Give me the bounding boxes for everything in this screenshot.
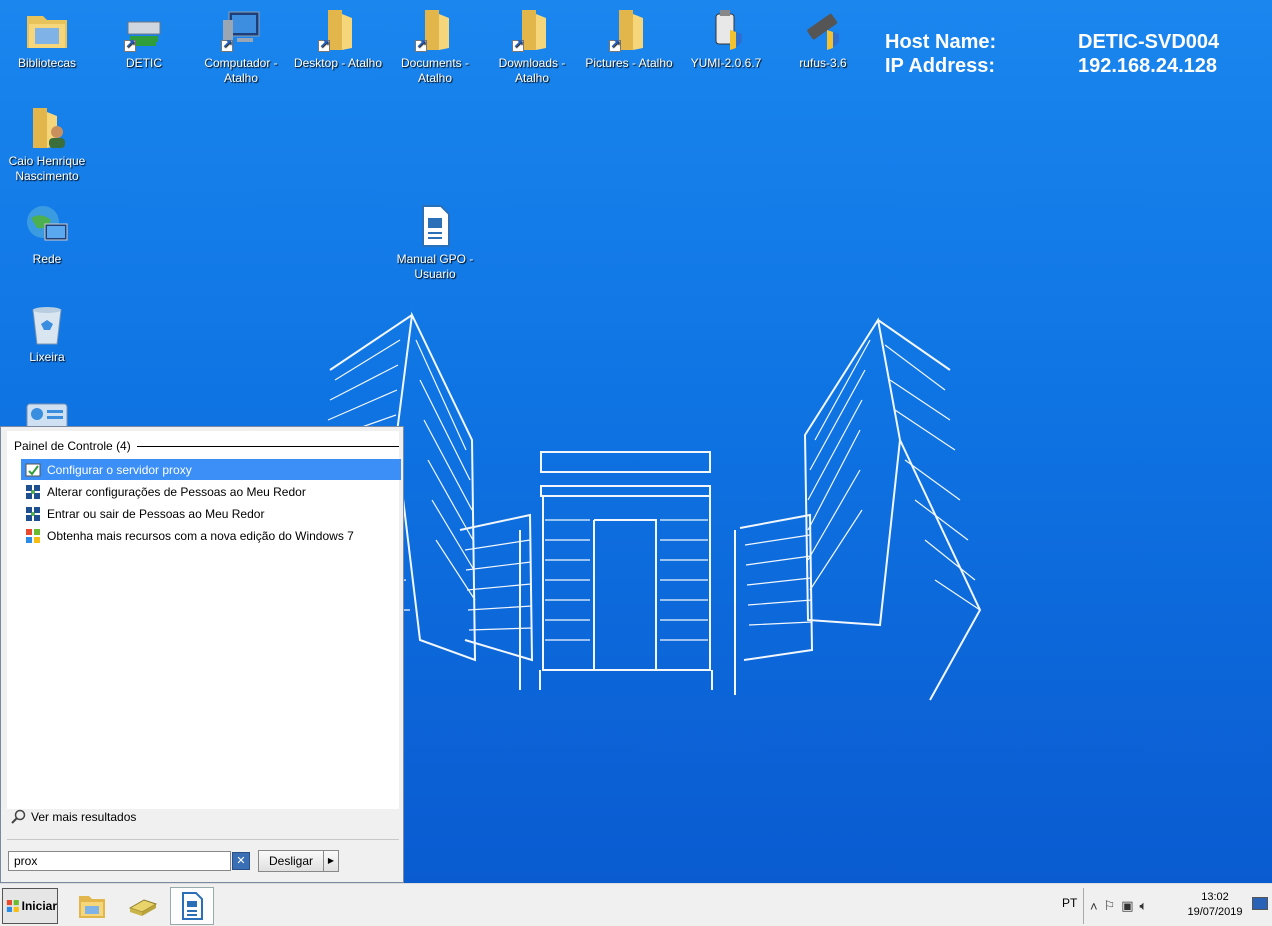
people-near-me-icon [26,506,40,521]
result-label: Alterar configurações de Pessoas ao Meu … [47,484,306,499]
result-label: Obtenha mais recursos com a nova edição … [47,528,354,543]
computer-icon [217,6,265,54]
taskbar: Iniciar PT ˄ ⚐ ▣ 🔈︎ 13:02 19/07/2019 [0,883,1272,926]
taskbar-document-button[interactable] [170,887,214,925]
taskbar-server-manager-button[interactable] [120,887,164,925]
result-label: Configurar o servidor proxy [47,462,192,477]
start-label: Iniciar [21,899,57,913]
desktop-icon-downloads-atalho[interactable]: Downloads - Atalho [486,6,578,86]
desktop-icon-rede[interactable]: Rede [1,202,93,267]
desktop-icon-desktop-atalho[interactable]: Desktop - Atalho [292,6,384,71]
chevron-up-icon[interactable]: ˄ [1090,899,1098,914]
system-tray: ˄ ⚐ ▣ 🔈︎ [1083,888,1185,924]
divider [7,839,399,840]
icon-label: Rede [32,252,62,266]
usb-installer-icon [799,6,847,54]
icon-label: Pictures - Atalho [585,56,673,70]
desktop-icon-user-folder[interactable]: Caio Henrique Nascimento [1,104,93,184]
result-windows-anytime-upgrade[interactable]: Obtenha mais recursos com a nova edição … [21,525,401,546]
recycle-bin-icon [23,300,71,348]
desktop-icon-bibliotecas[interactable]: Bibliotecas [1,6,93,71]
desktop-icon-rufus[interactable]: rufus-3.6 [777,6,869,71]
usb-installer-icon [702,6,750,54]
desktop-icon-yumi[interactable]: YUMI-2.0.6.7 [680,6,772,71]
clock[interactable]: 13:02 19/07/2019 [1180,890,1250,920]
host-name-value: DETIC-SVD004 [1078,31,1220,53]
desktop-icon-manual-gpo[interactable]: Manual GPO - Usuario [389,202,481,282]
icon-label: YUMI-2.0.6.7 [690,56,762,70]
show-desktop-button[interactable] [1252,897,1268,910]
icon-label: rufus-3.6 [799,56,847,70]
start-menu: Painel de Controle (4) Configurar o serv… [0,426,404,883]
see-more-results-link[interactable]: Ver mais resultados [11,809,136,825]
desktop-icon-lixeira[interactable]: Lixeira [1,300,93,365]
action-center-flag-icon[interactable]: ⚐ [1104,898,1116,914]
desktop-icon-documents-atalho[interactable]: Documents - Atalho [389,6,481,86]
host-name-label: Host Name: [885,31,997,53]
shutdown-button[interactable]: Desligar [258,850,324,872]
folder-icon [411,6,459,54]
user-folder-icon [23,104,71,152]
shortcut-arrow-icon [609,37,621,52]
network-drive-icon [120,6,168,54]
windows-logo-icon [26,528,40,543]
clock-date: 19/07/2019 [1187,906,1243,918]
result-people-near-me-settings[interactable]: Alterar configurações de Pessoas ao Meu … [21,481,401,502]
network-icon[interactable]: ▣ [1121,898,1133,914]
see-more-label: Ver mais resultados [31,810,137,824]
icon-label: Caio Henrique Nascimento [8,154,86,183]
shortcut-arrow-icon [415,37,427,52]
clear-search-button[interactable]: ✕ [232,852,250,870]
desktop-icon-detic[interactable]: DETIC [98,6,190,71]
libraries-folder-icon [23,6,71,54]
desktop-icon-computador[interactable]: Computador - Atalho [195,6,287,86]
chevron-right-icon: ▶ [327,856,335,865]
people-near-me-icon [26,484,40,499]
shortcut-arrow-icon [124,37,136,52]
result-configure-proxy[interactable]: Configurar o servidor proxy [21,459,401,480]
file-explorer-icon [79,896,105,918]
shortcut-arrow-icon [221,37,233,52]
group-title: Painel de Controle (4) [14,439,131,453]
shortcut-arrow-icon [512,37,524,52]
network-globe-icon [23,202,71,250]
group-divider [136,445,399,447]
icon-label: Manual GPO - Usuario [396,252,474,281]
magnifier-icon [11,809,26,824]
control-panel-icon [23,398,71,426]
icon-label: Documents - Atalho [400,56,470,85]
document-icon [411,202,459,250]
internet-options-icon [25,463,41,476]
icon-label: Downloads - Atalho [498,56,566,85]
clock-time: 13:02 [1201,891,1229,903]
document-icon [182,892,203,920]
icon-label: Lixeira [29,350,65,364]
ip-address-value: 192.168.24.128 [1078,55,1218,77]
ip-address-label: IP Address: [885,55,996,77]
icon-label: Computador - Atalho [204,56,278,85]
taskbar-explorer-button[interactable] [70,887,114,925]
desktop-icon-pictures-atalho[interactable]: Pictures - Atalho [583,6,675,71]
icon-label: Desktop - Atalho [293,56,383,70]
start-search-input[interactable] [8,851,231,871]
volume-icon[interactable]: 🔈︎ [1140,898,1148,914]
results-group-header: Painel de Controle (4) [14,439,399,453]
close-icon: ✕ [236,855,246,867]
language-indicator[interactable]: PT [1062,896,1077,910]
result-label: Entrar ou sair de Pessoas ao Meu Redor [47,506,265,521]
host-info-overlay: Host Name: DETIC-SVD004 IP Address: 192.16… [885,30,1219,78]
start-button[interactable]: Iniciar [2,888,58,924]
shortcut-arrow-icon [318,37,330,52]
icon-label: DETIC [126,56,162,70]
folder-icon [605,6,653,54]
server-manager-icon [128,899,158,916]
search-results-panel: Painel de Controle (4) Configurar o serv… [7,431,401,809]
icon-label: Bibliotecas [17,56,77,70]
windows-logo-icon [6,900,19,912]
folder-icon [508,6,556,54]
folder-icon [314,6,362,54]
desktop-icon-control-panel-partial[interactable] [1,398,93,426]
result-people-near-me-signin[interactable]: Entrar ou sair de Pessoas ao Meu Redor [21,503,401,524]
shutdown-options-button[interactable]: ▶ [323,850,339,872]
